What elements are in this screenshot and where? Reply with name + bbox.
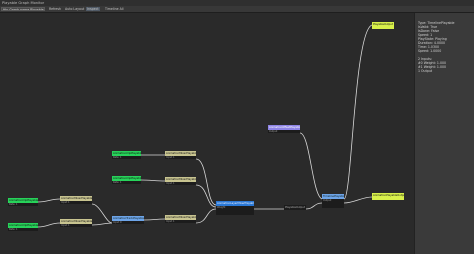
node-port: Input 1 xyxy=(60,224,92,227)
track-node[interactable]: AnimationTrackPlayable Input 0 xyxy=(112,216,144,224)
node-port: Input 1 xyxy=(165,156,196,159)
toolbar: Hip Graph name Playable Director Refresh… xyxy=(0,6,474,13)
connection-wires xyxy=(37,24,373,228)
animation-clip-node[interactable]: AnimationClipPlayable Rate: 1 xyxy=(8,223,38,231)
node-port: Rate: 1 xyxy=(8,228,38,231)
graph-select-dropdown[interactable]: Hip Graph name Playable Director xyxy=(1,7,45,11)
timeline-node[interactable]: TimelinePlayable Output xyxy=(322,194,344,208)
wire-timeline-output2 xyxy=(343,196,373,204)
wire-mix-layer xyxy=(195,208,217,224)
node-port: Input 0 xyxy=(112,221,144,224)
mixer-node[interactable]: AnimationMixerPlayable Input 1 xyxy=(165,215,196,223)
mixer-node[interactable]: AnimationMixerPlayable Input 1 xyxy=(60,219,92,227)
animation-clip-node[interactable]: AnimationClipPlayable Rate: 1 xyxy=(112,176,141,184)
mixer-node[interactable]: AnimationMixerPlayable Input 1 xyxy=(60,196,92,204)
inspector-panel: Type: TimelinePlayable IsValid: True IsD… xyxy=(414,13,474,254)
graph-canvas[interactable]: AnimationClipPlayable Rate: 1 AnimationC… xyxy=(0,13,414,254)
offset-node[interactable]: AnimationOffsetPlayable Output xyxy=(268,125,300,133)
wire-output-timeline xyxy=(305,202,323,210)
inspector-line: 1 Output xyxy=(418,69,433,73)
mixer-node[interactable]: AnimationMixerPlayable Input 1 xyxy=(165,151,196,159)
output-node[interactable]: PlayableOutput xyxy=(284,205,306,210)
refresh-button[interactable]: Refresh xyxy=(48,7,62,11)
animation-clip-node[interactable]: AnimationClipPlayable Rate: 1 xyxy=(8,198,38,206)
node-port: Input 1 xyxy=(60,201,92,204)
node-title: PlayableOutput xyxy=(284,205,306,210)
node-port: Rate: 1 xyxy=(112,156,141,159)
wire-purple-timeline xyxy=(299,132,323,200)
animation-output-node[interactable]: AnimationPlayableOutput xyxy=(372,193,404,200)
layer-mixer-node[interactable]: AnimationLayerMixerPlayable Weight xyxy=(216,201,254,215)
wire-clip2-mix2 xyxy=(37,222,61,228)
wire-track-mix xyxy=(143,218,166,221)
wire-mix1-track xyxy=(91,203,113,224)
inspect-button[interactable]: Inspect xyxy=(86,7,100,11)
node-port: Rate: 1 xyxy=(112,181,141,184)
node-port: Input 1 xyxy=(165,182,196,185)
node-title: PlayableOutput xyxy=(372,22,394,29)
wire-timeline-output1 xyxy=(343,24,373,200)
playable-output-node[interactable]: PlayableOutput xyxy=(372,22,394,29)
node-port: Output xyxy=(268,130,300,133)
wire-mix3-layer xyxy=(195,158,217,206)
animation-clip-node[interactable]: AnimationClipPlayable Rate: 1 xyxy=(112,151,141,159)
wire-clip1-mix1 xyxy=(37,198,61,203)
node-port: Rate: 1 xyxy=(8,203,38,206)
node-port: Output xyxy=(322,199,344,208)
node-port: Input 1 xyxy=(165,220,196,223)
mixer-node[interactable]: AnimationMixerPlayable Input 1 xyxy=(165,177,196,185)
node-port: Weight xyxy=(216,206,254,215)
timeline-all-button[interactable]: Timeline All xyxy=(104,7,125,11)
wire-clip4-mix4 xyxy=(140,179,166,182)
node-title: AnimationPlayableOutput xyxy=(372,193,404,200)
auto-layout-button[interactable]: Auto Layout xyxy=(64,7,85,11)
wire-mix2-track xyxy=(91,222,113,226)
